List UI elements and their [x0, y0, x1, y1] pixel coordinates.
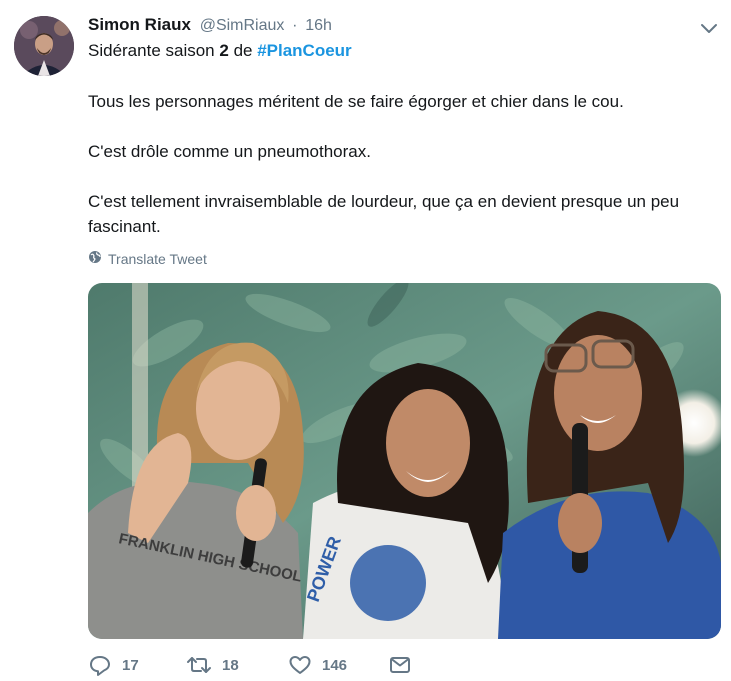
first-line-mid: de [228, 41, 258, 60]
direct-message-button[interactable] [388, 654, 412, 676]
retweet-button[interactable]: 18 [186, 654, 239, 676]
tweet-paragraph-2: C'est drôle comme un pneumothorax. [88, 142, 371, 161]
reply-count: 17 [122, 656, 139, 674]
translate-label: Translate Tweet [108, 250, 207, 267]
author-handle[interactable]: @SimRiaux [200, 17, 285, 34]
tweet-media-image[interactable]: FRANKLIN HIGH SCHOOL POWER [88, 283, 721, 639]
like-count: 146 [322, 656, 348, 674]
first-line-prefix: Sidérante saison [88, 41, 220, 60]
tweet-first-line: Sidérante saison 2 de #PlanCoeur [88, 40, 352, 62]
tweet-paragraph-1: Tous les personnages méritent de se fair… [88, 92, 624, 111]
retweet-count: 18 [222, 656, 239, 674]
hashtag-link[interactable]: #PlanCoeur [257, 41, 351, 60]
tweet-time[interactable]: 16h [305, 17, 332, 34]
mail-icon [388, 654, 412, 676]
chevron-down-icon[interactable] [698, 17, 720, 39]
like-button[interactable]: 146 [288, 654, 347, 676]
media-illustration: FRANKLIN HIGH SCHOOL POWER [88, 283, 721, 639]
globe-icon [88, 250, 102, 267]
tweet-card: Simon Riaux @SimRiaux · 16h Sidérante sa… [0, 0, 731, 681]
reply-icon [88, 654, 112, 676]
tweet-paragraph-3: C'est tellement invraisemblable de lourd… [88, 192, 680, 236]
tweet-header: Simon Riaux @SimRiaux · 16h [88, 14, 332, 37]
separator-dot: · [292, 17, 298, 34]
first-line-bold: 2 [219, 41, 229, 60]
heart-icon [288, 654, 312, 676]
translate-tweet-link[interactable]: Translate Tweet [88, 250, 207, 267]
reply-button[interactable]: 17 [88, 654, 139, 676]
author-name[interactable]: Simon Riaux [88, 15, 191, 34]
retweet-icon [186, 654, 212, 676]
avatar[interactable] [14, 16, 74, 76]
